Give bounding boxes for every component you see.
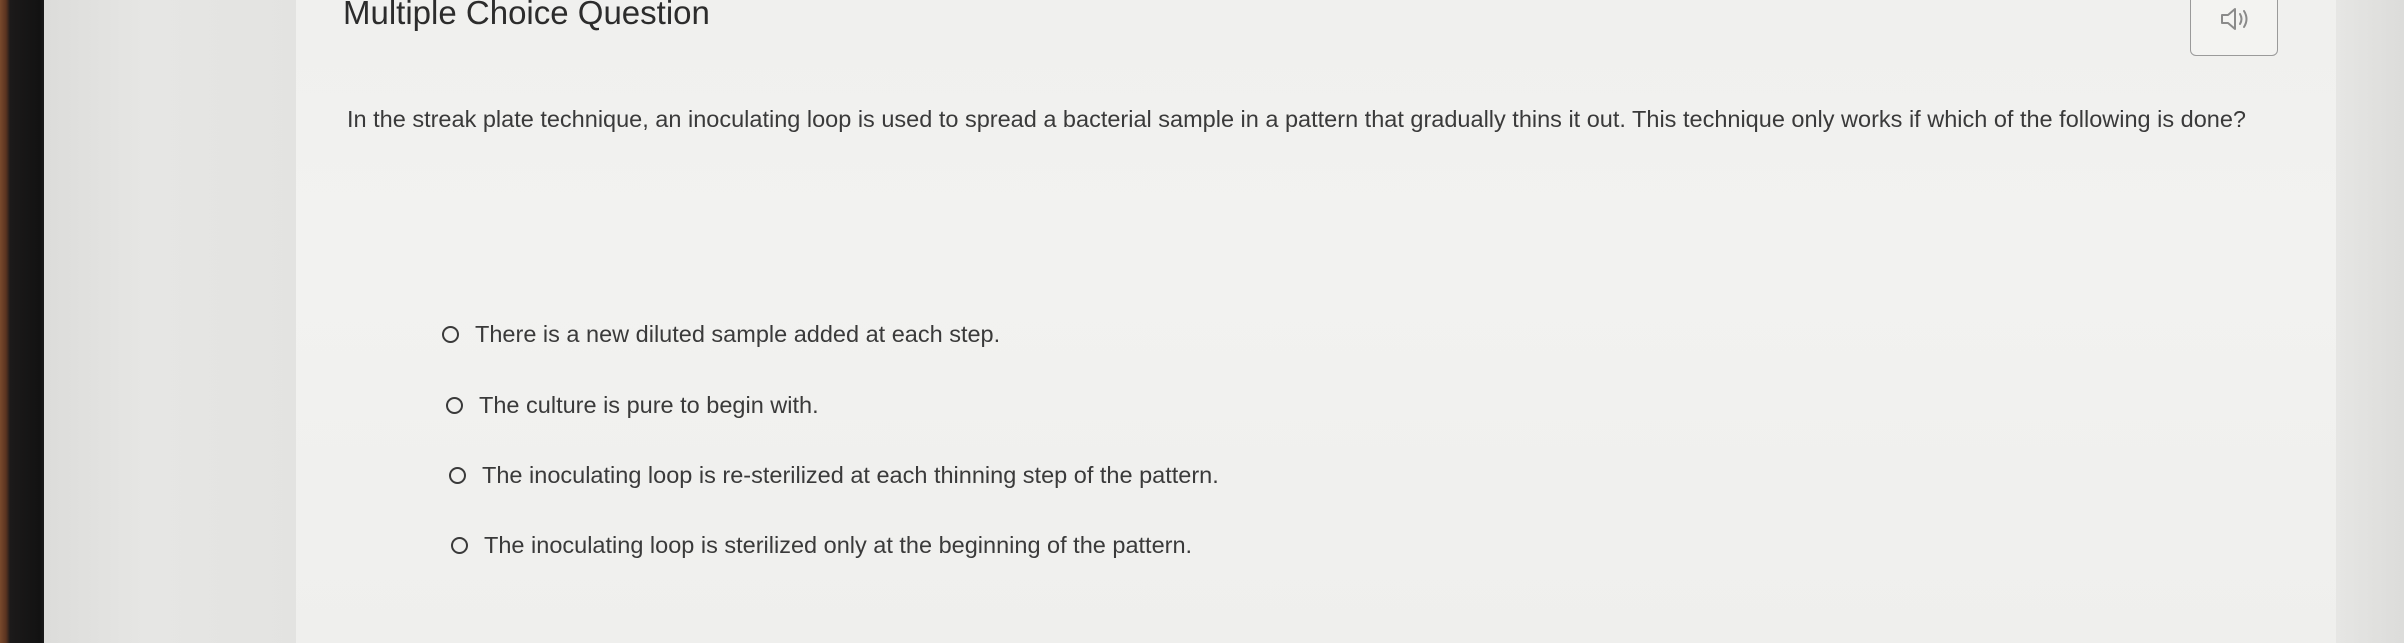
answer-option-3[interactable]: The inoculating loop is re-sterilized at… (449, 462, 1219, 489)
answer-option-4[interactable]: The inoculating loop is sterilized only … (451, 532, 1192, 559)
radio-button[interactable] (449, 467, 466, 484)
radio-button[interactable] (446, 397, 463, 414)
answer-option-label: There is a new diluted sample added at e… (475, 321, 1001, 347)
answer-option-label: The inoculating loop is sterilized only … (484, 532, 1193, 558)
radio-button[interactable] (442, 326, 459, 343)
read-aloud-button[interactable] (2190, 0, 2278, 56)
question-type-title: Multiple Choice Question (343, 0, 710, 31)
page-left-margin (44, 0, 296, 643)
speaker-icon (2221, 8, 2248, 30)
monitor-bezel (0, 0, 44, 643)
question-text: In the streak plate technique, an inocul… (347, 106, 2246, 132)
answer-option-label: The inoculating loop is re-sterilized at… (482, 462, 1219, 488)
radio-button[interactable] (451, 537, 468, 554)
answer-option-1[interactable]: There is a new diluted sample added at e… (442, 321, 1000, 348)
answer-option-label: The culture is pure to begin with. (479, 392, 819, 418)
page-right-margin (2336, 0, 2404, 643)
answer-option-2[interactable]: The culture is pure to begin with. (446, 392, 819, 419)
